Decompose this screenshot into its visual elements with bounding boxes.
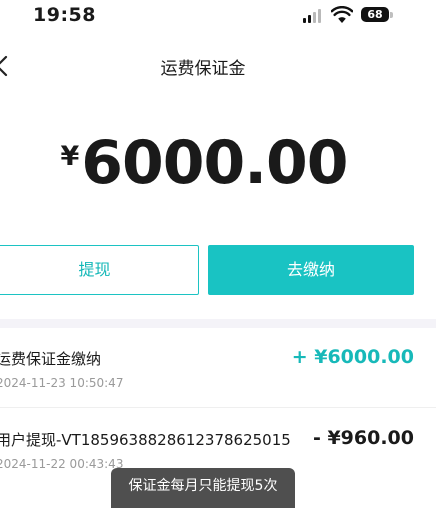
record-time: 2024-11-22 00:43:43 <box>0 457 124 471</box>
balance-display: ¥6000.00 <box>0 128 408 208</box>
pay-deposit-button[interactable]: 去缴纳 <box>208 245 414 295</box>
record-amount: + ¥6000.00 <box>291 346 414 368</box>
withdraw-button[interactable]: 提现 <box>0 245 199 295</box>
row-divider <box>0 407 436 408</box>
record-title: 运费保证金缴纳 <box>0 350 102 368</box>
wifi-icon <box>331 6 353 23</box>
record-row[interactable]: 运费保证金缴纳 2024-11-23 10:50:47 + ¥6000.00 <box>0 328 436 408</box>
battery-icon: 68 <box>361 7 389 22</box>
section-divider <box>0 319 436 328</box>
nav-bar: 运费保证金 <box>0 34 436 100</box>
cellular-signal-icon <box>303 9 325 23</box>
currency-symbol: ¥ <box>60 141 80 172</box>
record-title: 用户提现-VT185963882861237862501​5 <box>0 431 291 449</box>
balance-amount: 6000.00 <box>81 128 348 198</box>
status-bar: 19:58 68 <box>0 0 436 34</box>
record-amount: - ¥960.00 <box>312 427 414 449</box>
status-time: 19:58 <box>33 4 96 26</box>
page-title: 运费保证金 <box>160 59 246 79</box>
record-time: 2024-11-23 10:50:47 <box>0 376 124 390</box>
battery-cap-icon <box>390 12 393 18</box>
toast-message: 保证金每月只能提现5次 <box>111 468 295 508</box>
